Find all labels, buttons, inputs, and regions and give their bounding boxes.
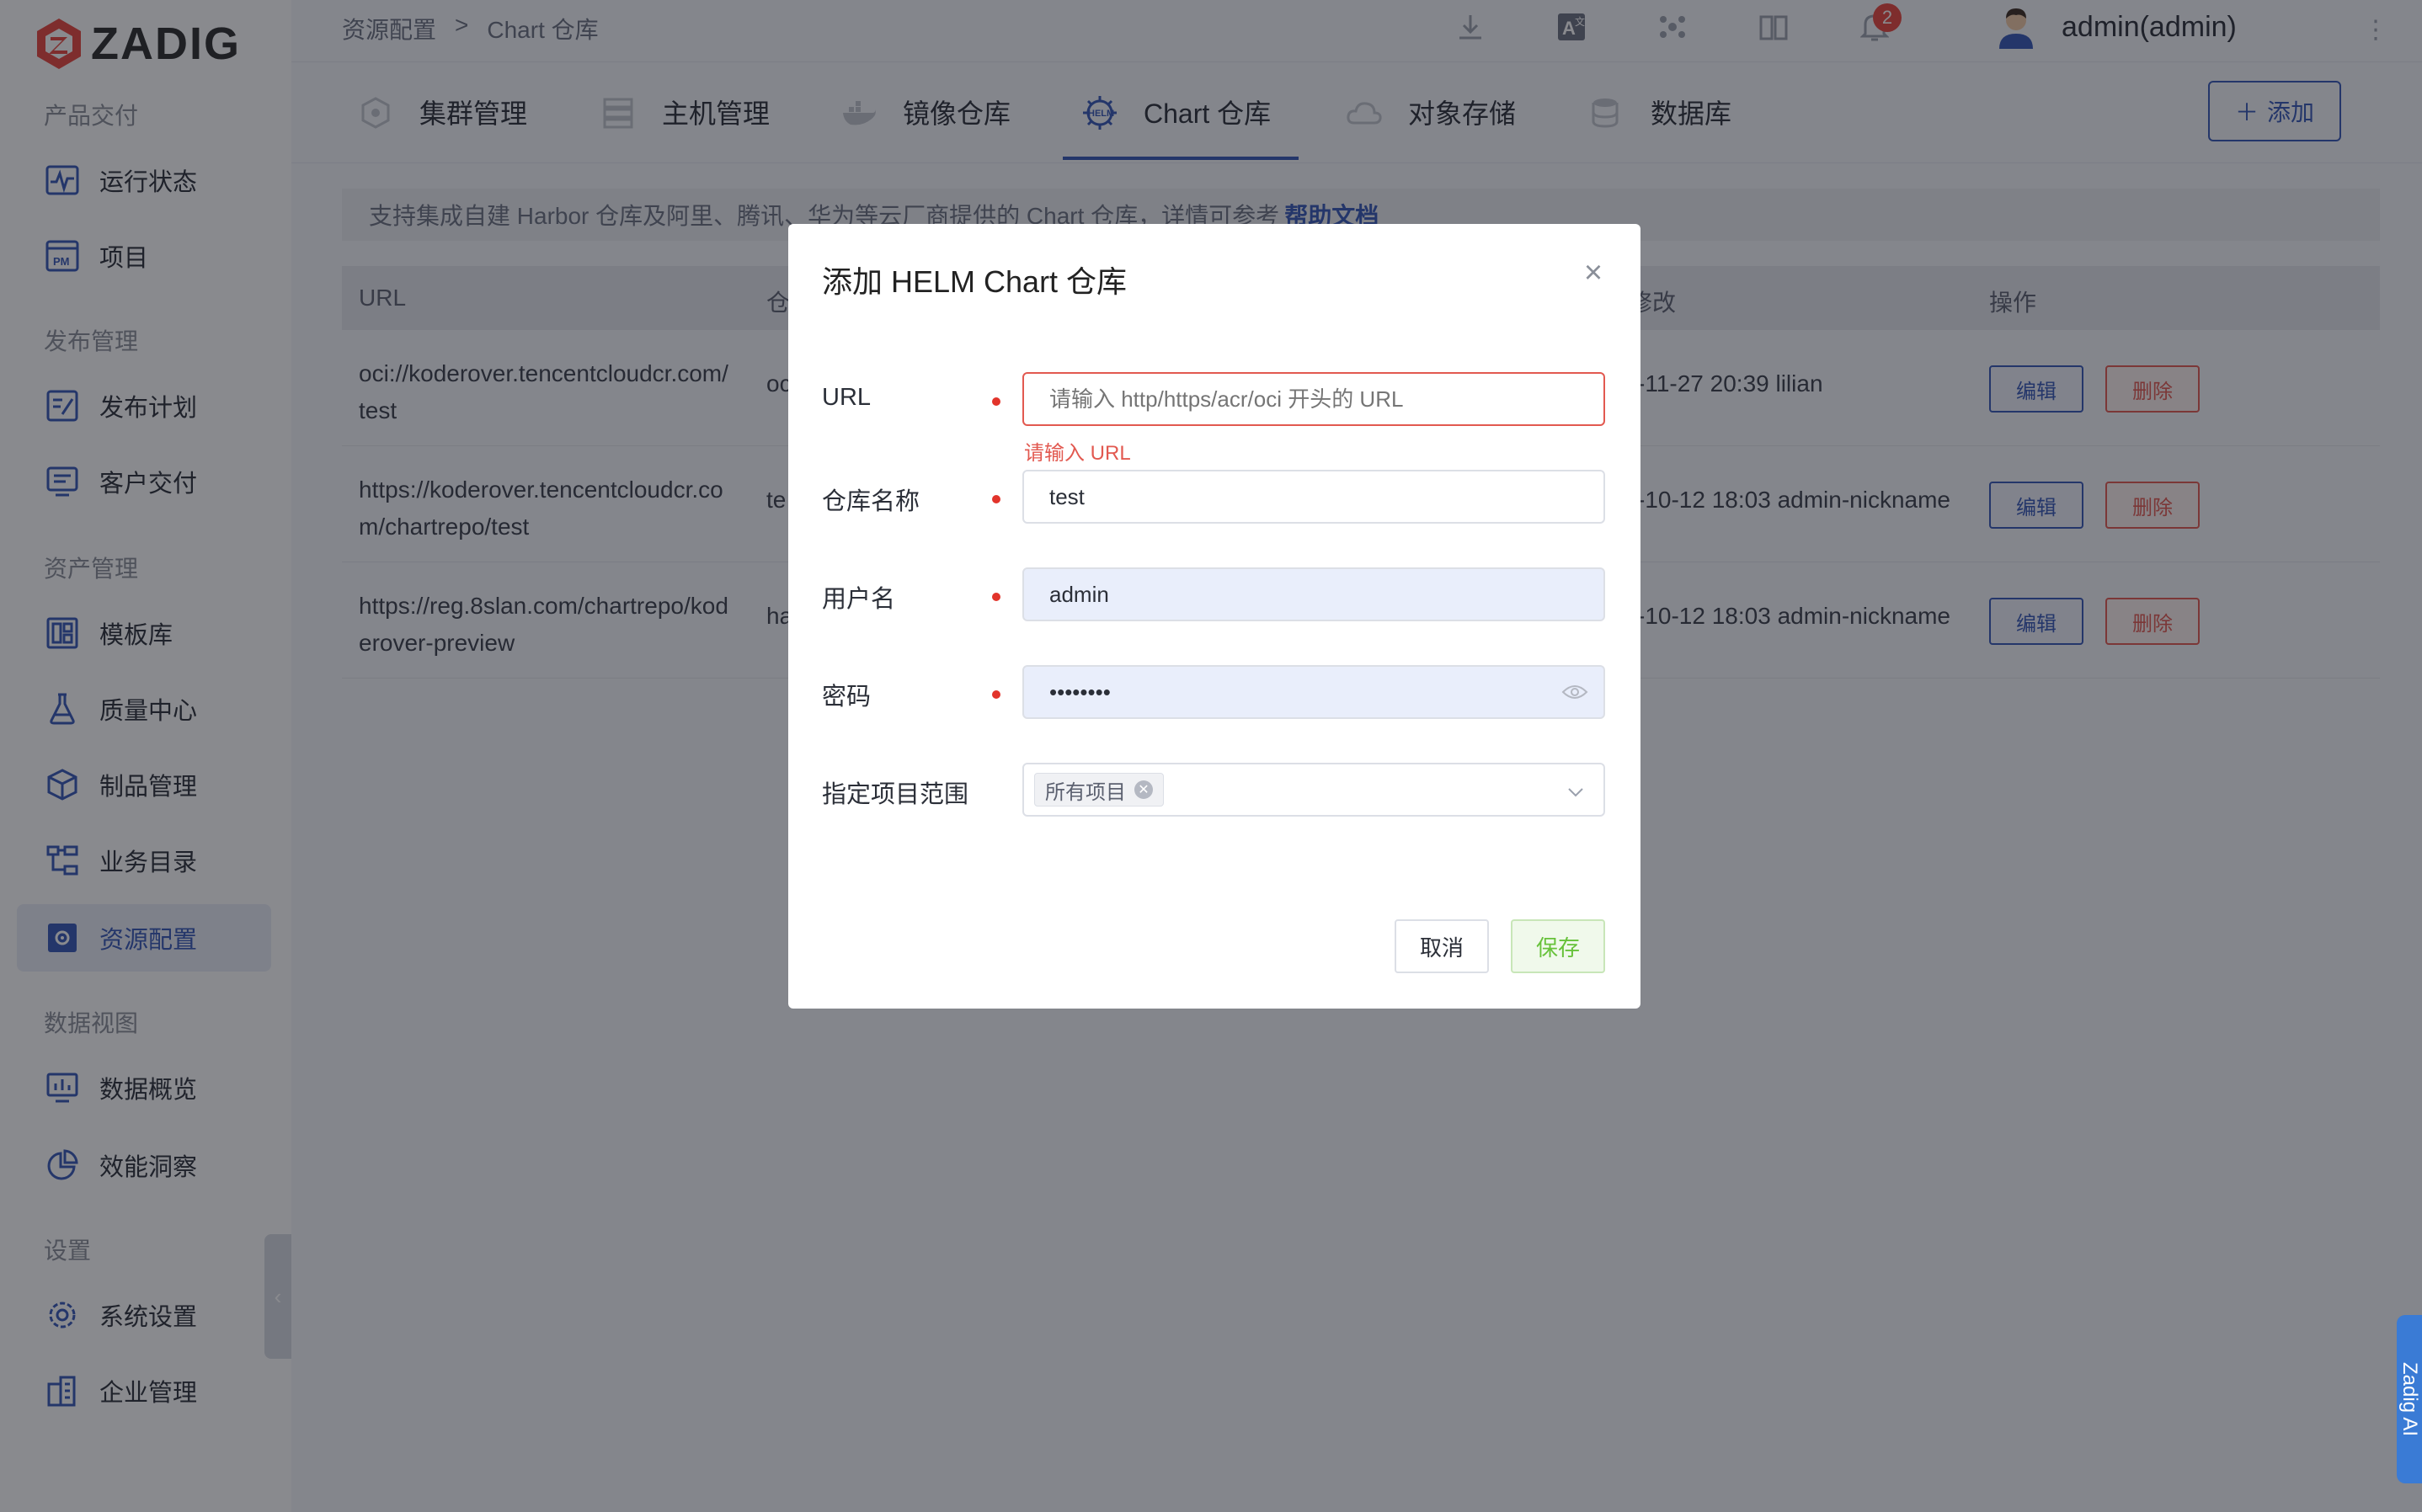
required-marker [992,495,1000,503]
dialog-title: 添加 HELM Chart 仓库 [822,264,1128,299]
scope-tag: 所有项目 ✕ [1034,773,1164,807]
scope-tag-label: 所有项目 [1045,780,1126,804]
close-icon[interactable]: × [1576,255,1610,290]
url-label: URL [822,384,872,411]
cancel-button[interactable]: 取消 [1395,919,1489,973]
url-error-message: 请输入 URL [1024,442,1131,465]
required-marker [992,397,1000,406]
repo-name-input[interactable]: test [1022,470,1605,524]
eye-icon[interactable] [1561,680,1588,704]
save-button[interactable]: 保存 [1511,919,1605,973]
project-scope-select[interactable]: 所有项目 ✕ [1022,763,1605,817]
tag-remove-icon[interactable]: ✕ [1134,780,1153,799]
password-label: 密码 [822,684,872,711]
chevron-down-icon [1568,788,1583,797]
required-marker [992,593,1000,601]
add-helm-chart-repo-dialog: 添加 HELM Chart 仓库 × URL 请输入 URL 仓库名称 test… [788,224,1640,1009]
repo-name-label: 仓库名称 [822,488,920,515]
zadig-ai-assistant-tab[interactable]: Zadig AI [2397,1315,2422,1483]
required-marker [992,690,1000,699]
username-label: 用户名 [822,586,896,613]
url-input[interactable] [1022,372,1605,426]
project-scope-label: 指定项目范围 [822,781,969,808]
password-mask: •••••••• [1049,679,1111,705]
username-input[interactable]: admin [1022,567,1605,621]
password-input[interactable]: •••••••• [1022,665,1605,719]
